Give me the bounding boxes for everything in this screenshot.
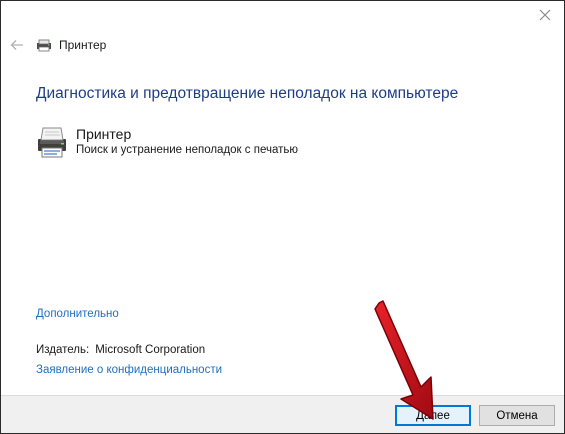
- troubleshooter-name: Принтер: [76, 126, 132, 142]
- publisher-info: Издатель: Microsoft Corporation: [36, 344, 205, 356]
- back-button[interactable]: [3, 31, 31, 59]
- title-bar: Принтер: [1, 31, 564, 59]
- next-button[interactable]: Далее: [395, 405, 471, 426]
- printer-icon: [35, 36, 53, 54]
- window-title: Принтер: [59, 38, 107, 52]
- close-button[interactable]: [532, 5, 558, 25]
- back-arrow-icon: [10, 40, 23, 50]
- troubleshooter-description: Поиск и устранение неполадок с печатью: [76, 144, 298, 156]
- publisher-label: Издатель:: [36, 344, 90, 356]
- publisher-value: Microsoft Corporation: [95, 344, 206, 356]
- troubleshooter-window: Принтер Диагностика и предотвращение неп…: [0, 0, 565, 434]
- page-heading: Диагностика и предотвращение неполадок н…: [36, 85, 459, 102]
- cancel-button[interactable]: Отмена: [479, 405, 555, 426]
- advanced-link[interactable]: Дополнительно: [36, 308, 119, 320]
- printer-icon: [38, 127, 66, 158]
- troubleshooter-item-printer[interactable]: Принтер Поиск и устранение неполадок с п…: [35, 125, 298, 159]
- footer-bar: Далее Отмена: [1, 395, 564, 433]
- close-icon: [539, 9, 551, 21]
- privacy-statement-link[interactable]: Заявление о конфиденциальности: [36, 364, 222, 376]
